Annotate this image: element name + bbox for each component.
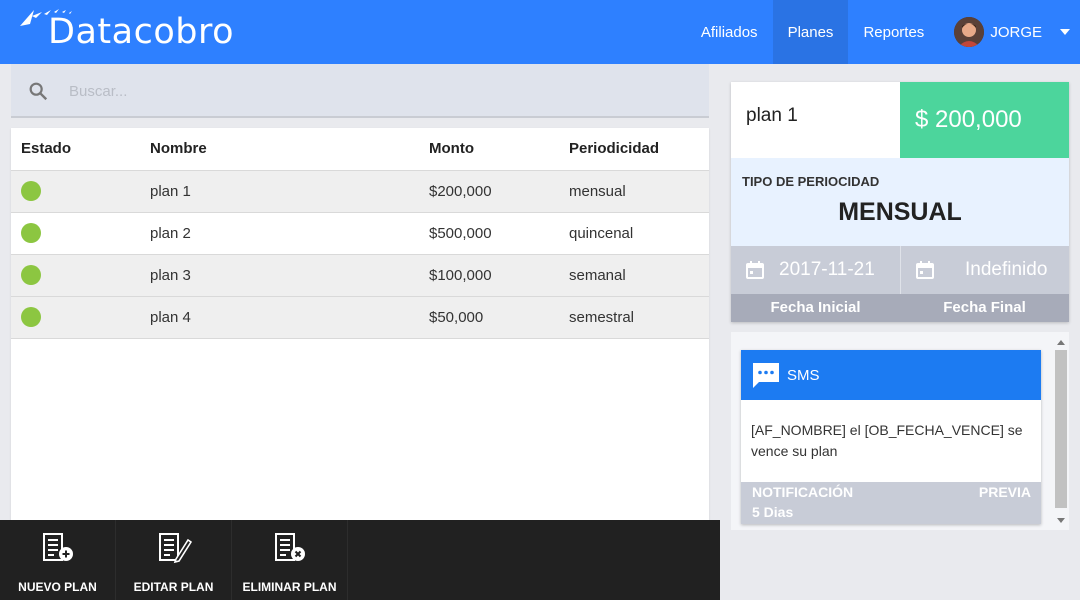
scrollbar[interactable] <box>1055 336 1067 526</box>
plan-name-cell: plan 4 <box>140 296 419 339</box>
status-dot <box>21 307 41 327</box>
sms-card-header: SMS <box>741 350 1041 400</box>
edit-document-icon <box>158 533 192 564</box>
column-header-periodicidad[interactable]: Periodicidad <box>559 128 709 171</box>
dates-row: 2017-11-21 Indefinido <box>731 246 1069 294</box>
app-logo[interactable]: Datacobro <box>18 6 234 58</box>
notification-label: NOTIFICACIÓN <box>752 484 854 500</box>
chat-bubble-icon <box>753 363 779 388</box>
avatar <box>954 17 985 47</box>
search-input[interactable] <box>69 78 669 104</box>
edit-plan-button[interactable]: EDITAR PLAN <box>116 520 232 600</box>
calendar-icon <box>746 261 764 279</box>
plan-amount-cell: $200,000 <box>419 170 559 213</box>
period-box: TIPO DE PERIOCIDAD MENSUAL <box>731 158 1069 246</box>
plans-table-panel: Estado Nombre Monto Periodicidad plan 1 … <box>11 128 709 528</box>
notification-days: 5 Dias <box>752 504 794 520</box>
sms-channel-label: SMS <box>787 366 820 384</box>
table-row[interactable]: plan 4 $50,000 semestral <box>11 296 709 339</box>
scroll-thumb[interactable] <box>1055 350 1067 508</box>
main-nav: Afiliados Planes Reportes JORGE <box>686 0 1080 64</box>
new-plan-label: NUEVO PLAN <box>18 580 97 594</box>
new-document-icon <box>42 533 73 561</box>
plan-amount-cell: $100,000 <box>419 254 559 297</box>
plan-name-cell: plan 2 <box>140 212 419 255</box>
top-bar: Datacobro Afiliados Planes Reportes JORG… <box>0 0 1080 64</box>
user-name: JORGE <box>990 23 1042 41</box>
calendar-icon <box>916 261 934 279</box>
plan-amount-cell: $500,000 <box>419 212 559 255</box>
plan-detail-name: plan 1 <box>746 105 798 126</box>
date-labels: Fecha Inicial Fecha Final <box>731 294 1069 322</box>
end-date-field[interactable]: Indefinido <box>900 246 1069 294</box>
preview-label: PREVIA <box>978 484 1031 500</box>
sms-message: [AF_NOMBRE] el [OB_FECHA_VENCE] se vence… <box>751 422 1023 459</box>
column-header-estado[interactable]: Estado <box>11 128 140 171</box>
end-date-label: Fecha Final <box>943 299 1026 316</box>
plan-detail-card: plan 1 $ 200,000 TIPO DE PERIOCIDAD MENS… <box>731 82 1069 322</box>
plan-amount-cell: $50,000 <box>419 296 559 339</box>
plan-name-cell: plan 1 <box>140 170 419 213</box>
status-dot <box>21 265 41 285</box>
end-date-value: Indefinido <box>965 259 1048 280</box>
nav-item-planes[interactable]: Planes <box>772 0 849 64</box>
period-type-value: MENSUAL <box>838 198 962 226</box>
status-dot <box>21 181 41 201</box>
start-date-label: Fecha Inicial <box>770 299 861 316</box>
delete-document-icon <box>274 533 305 561</box>
table-row[interactable]: plan 3 $100,000 semanal <box>11 254 709 297</box>
birds-logo-icon <box>20 9 72 26</box>
sms-notification-card[interactable]: SMS [AF_NOMBRE] el [OB_FECHA_VENCE] se v… <box>741 350 1041 524</box>
search-icon <box>29 82 48 101</box>
nav-item-afiliados[interactable]: Afiliados <box>686 0 773 64</box>
status-dot <box>21 223 41 243</box>
logo-text: Datacobro <box>48 12 234 52</box>
plan-period-cell: semanal <box>559 254 709 297</box>
plan-period-cell: semestral <box>559 296 709 339</box>
search-bar <box>11 64 709 118</box>
notifications-panel: SMS [AF_NOMBRE] el [OB_FECHA_VENCE] se v… <box>731 332 1069 530</box>
plan-period-cell: mensual <box>559 170 709 213</box>
scroll-up-arrow-icon[interactable] <box>1057 340 1065 345</box>
edit-plan-label: EDITAR PLAN <box>133 580 214 594</box>
nav-item-reportes[interactable]: Reportes <box>848 0 939 64</box>
column-header-monto[interactable]: Monto <box>419 128 559 171</box>
column-header-nombre[interactable]: Nombre <box>140 128 419 171</box>
plans-table: Estado Nombre Monto Periodicidad plan 1 … <box>11 128 709 339</box>
user-menu[interactable]: JORGE <box>939 0 1080 64</box>
bottom-toolbar: NUEVO PLAN EDITAR PLAN ELIMINAR PLAN <box>0 520 720 600</box>
sms-card-footer: NOTIFICACIÓN PREVIA 5 Dias <box>741 482 1041 524</box>
new-plan-button[interactable]: NUEVO PLAN <box>0 520 116 600</box>
start-date-value: 2017-11-21 <box>779 259 875 280</box>
table-row[interactable]: plan 2 $500,000 quincenal <box>11 212 709 255</box>
delete-plan-label: ELIMINAR PLAN <box>242 580 337 594</box>
caret-down-icon[interactable] <box>1060 29 1070 35</box>
plan-period-cell: quincenal <box>559 212 709 255</box>
scroll-down-arrow-icon[interactable] <box>1057 518 1065 523</box>
table-header-row: Estado Nombre Monto Periodicidad <box>11 128 709 171</box>
plan-name-cell: plan 3 <box>140 254 419 297</box>
table-row[interactable]: plan 1 $200,000 mensual <box>11 170 709 213</box>
period-type-label: TIPO DE PERIOCIDAD <box>742 174 880 189</box>
plan-detail-amount: $ 200,000 <box>900 82 1069 158</box>
delete-plan-button[interactable]: ELIMINAR PLAN <box>232 520 348 600</box>
start-date-field[interactable]: 2017-11-21 <box>731 246 900 294</box>
